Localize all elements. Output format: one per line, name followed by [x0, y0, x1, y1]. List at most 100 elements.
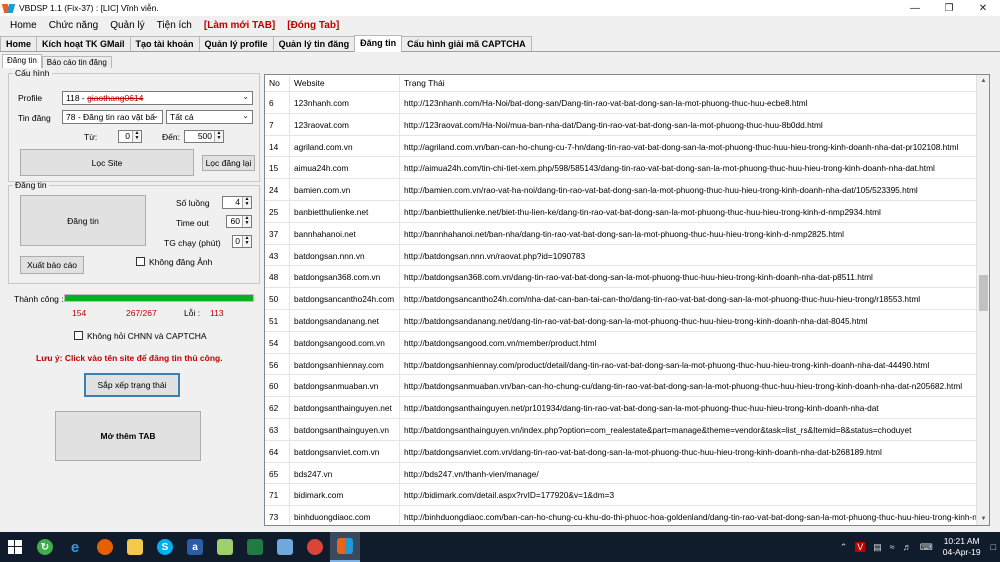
row-website-link[interactable]: aimua24h.com	[290, 157, 400, 179]
tray-wifi-icon[interactable]: ≈	[890, 542, 895, 552]
tab-quan-ly-tin-dang[interactable]: Quản lý tin đăng	[272, 36, 356, 51]
skype-icon[interactable]: S	[150, 532, 180, 562]
den-stepper[interactable]: 500 ▲ ▼	[184, 130, 224, 143]
file-explorer-icon[interactable]	[120, 532, 150, 562]
row-website-link[interactable]: 123raovat.com	[290, 113, 400, 135]
table-row[interactable]: 60 batdongsanmuaban.vn http://batdongsanmu…	[265, 375, 977, 398]
row-website-link[interactable]: batdongsanmuaban.vn	[290, 375, 400, 397]
table-row[interactable]: 54 batdongsangood.com.vn http://batdongsan…	[265, 331, 977, 354]
menu-dong-tab[interactable]: [Đóng Tab]	[281, 20, 345, 31]
table-row[interactable]: 50 batdongsancantho24h.com http://batdongs…	[265, 288, 977, 310]
tg-chay-stepper[interactable]: 0 ▲ ▼	[232, 235, 252, 248]
row-website-link[interactable]: batdongsangood.com.vn	[290, 331, 400, 353]
chrome-icon[interactable]	[300, 532, 330, 562]
image-viewer-icon[interactable]	[270, 532, 300, 562]
vbdsp-app-icon[interactable]	[330, 532, 360, 562]
table-row[interactable]: 73 binhduongdiaoc.com http://binhduongdiao…	[265, 506, 977, 525]
sap-xep-trang-thai-button[interactable]: Sắp xếp trạng thái	[84, 373, 180, 397]
menu-tien-ich[interactable]: Tiện ích	[151, 20, 198, 31]
table-row[interactable]: 15 aimua24h.com http://aimua24h.com/tin-ch…	[265, 157, 977, 180]
profile-select[interactable]: 118 - giaothang0614 ⌄	[62, 91, 253, 105]
scroll-up-icon[interactable]: ▲	[977, 75, 989, 87]
row-website-link[interactable]: batdongsanviet.com.vn	[290, 440, 400, 462]
table-row[interactable]: 48 batdongsan368.com.vn http://batdongsan3…	[265, 266, 977, 289]
subtab-bao-cao[interactable]: Báo cáo tin đăng	[41, 56, 112, 68]
spin-arrows-icon[interactable]: ▲ ▼	[132, 131, 141, 142]
row-website-link[interactable]: batdongsanthainguyen.net	[290, 397, 400, 418]
tab-home[interactable]: Home	[0, 36, 38, 51]
filter-select[interactable]: Tất cả ⌄	[166, 110, 253, 124]
row-website-link[interactable]: batdongsancantho24h.com	[290, 288, 400, 309]
tray-volume-icon[interactable]: ♬	[903, 542, 912, 552]
table-row[interactable]: 25 banbietthulienke.net http://banbietthul…	[265, 200, 977, 223]
tray-app-icon[interactable]: V	[855, 542, 866, 552]
table-row[interactable]: 37 bannhahanoi.net http://bannhahanoi.net/…	[265, 222, 977, 245]
spreadsheet-icon[interactable]	[240, 532, 270, 562]
loc-dang-lai-button[interactable]: Lọc đăng lại	[202, 155, 255, 171]
notifications-icon[interactable]: □	[991, 542, 996, 552]
table-row[interactable]: 43 batdongsan.nnn.vn http://batdongsan.nnn…	[265, 244, 977, 267]
windows-start-icon[interactable]	[0, 532, 30, 562]
subtab-dang-tin[interactable]: Đăng tin	[2, 54, 42, 68]
scrollbar-thumb[interactable]	[979, 275, 988, 311]
row-website-link[interactable]: banbietthulienke.net	[290, 200, 400, 222]
row-website-link[interactable]: batdongsandanang.net	[290, 309, 400, 331]
table-row[interactable]: 71 bidimark.com http://bidimark.com/detail…	[265, 484, 977, 507]
tray-network-icon[interactable]: ▤	[873, 542, 882, 553]
column-header-no[interactable]: No	[265, 75, 290, 92]
khong-dang-anh-checkbox[interactable]	[136, 257, 145, 266]
so-luong-stepper[interactable]: 4 ▲ ▼	[222, 196, 252, 209]
table-row[interactable]: 7 123raovat.com http://123raovat.com/Ha-No…	[265, 113, 977, 136]
text-editor-icon[interactable]: a	[180, 532, 210, 562]
tray-keyboard-icon[interactable]: ⌨	[920, 542, 933, 553]
spin-arrows-icon[interactable]: ▲ ▼	[242, 216, 251, 227]
column-header-trang-thai[interactable]: Trạng Thái	[400, 75, 977, 92]
row-website-link[interactable]: batdongsan368.com.vn	[290, 266, 400, 288]
teamviewer-icon[interactable]: ↻	[30, 532, 60, 562]
tab-tao-tai-khoan[interactable]: Tạo tài khoản	[129, 36, 200, 51]
menu-chuc-nang[interactable]: Chức năng	[43, 20, 105, 31]
row-website-link[interactable]: 123nhanh.com	[290, 92, 400, 113]
table-row[interactable]: 62 batdongsanthainguyen.net http://batdong…	[265, 397, 977, 419]
maximize-button[interactable]: ❐	[932, 0, 966, 16]
table-row[interactable]: 14 agriland.com.vn http://agriland.com.vn/…	[265, 135, 977, 158]
notepad-icon[interactable]	[210, 532, 240, 562]
row-website-link[interactable]: batdongsanthainguyen.vn	[290, 418, 400, 440]
tray-chevron-icon[interactable]: ⌃	[840, 542, 848, 553]
mo-them-tab-button[interactable]: Mở thêm TAB	[55, 411, 201, 461]
row-website-link[interactable]: bamien.com.vn	[290, 179, 400, 200]
menu-lam-moi-tab[interactable]: [Làm mới TAB]	[198, 20, 281, 31]
table-row[interactable]: 64 batdongsanviet.com.vn http://batdongsan…	[265, 440, 977, 463]
table-row[interactable]: 51 batdongsandanang.net http://batdongsand…	[265, 309, 977, 332]
row-website-link[interactable]: agriland.com.vn	[290, 135, 400, 157]
row-website-link[interactable]: bidimark.com	[290, 484, 400, 506]
tab-kich-hoat-gmail[interactable]: Kích hoạt TK GMail	[36, 36, 131, 51]
spin-arrows-icon[interactable]: ▲ ▼	[214, 131, 223, 142]
menu-quan-ly[interactable]: Quản lý	[104, 20, 150, 31]
table-row[interactable]: 56 batdongsanhiennay.com http://batdongsan…	[265, 353, 977, 376]
table-row[interactable]: 63 batdongsanthainguyen.vn http://batdongs…	[265, 418, 977, 441]
menu-home[interactable]: Home	[4, 20, 43, 31]
taskbar-clock[interactable]: 10:21 AM 04-Apr-19	[943, 536, 981, 558]
table-row[interactable]: 24 bamien.com.vn http://bamien.com.vn/rao-…	[265, 179, 977, 201]
tu-stepper[interactable]: 0 ▲ ▼	[118, 130, 142, 143]
table-scrollbar[interactable]: ▲ ▼	[976, 75, 989, 525]
row-website-link[interactable]: binhduongdiaoc.com	[290, 506, 400, 525]
tin-dang-select[interactable]: 78 - Đăng tin rao vặt bấ ⌄	[62, 110, 163, 124]
table-row[interactable]: 65 bds247.vn http://bds247.vn/thanh-vien/m…	[265, 462, 977, 485]
xuat-bao-cao-button[interactable]: Xuất báo cáo	[20, 256, 84, 274]
edge-icon[interactable]: e	[60, 532, 90, 562]
loc-site-button[interactable]: Lọc Site	[20, 149, 194, 176]
row-website-link[interactable]: bannhahanoi.net	[290, 222, 400, 244]
close-button[interactable]: ✕	[966, 0, 1000, 16]
row-website-link[interactable]: bds247.vn	[290, 462, 400, 484]
scroll-down-icon[interactable]: ▼	[977, 513, 989, 525]
row-website-link[interactable]: batdongsan.nnn.vn	[290, 244, 400, 266]
tab-quan-ly-profile[interactable]: Quản lý profile	[198, 36, 274, 51]
table-row[interactable]: 6 123nhanh.com http://123nhanh.com/Ha-Noi/…	[265, 92, 977, 114]
khong-hoi-captcha-checkbox[interactable]	[74, 331, 83, 340]
minimize-button[interactable]: —	[898, 0, 932, 16]
tab-cau-hinh-captcha[interactable]: Cấu hình giải mã CAPTCHA	[401, 36, 532, 51]
row-website-link[interactable]: batdongsanhiennay.com	[290, 353, 400, 375]
spin-arrows-icon[interactable]: ▲ ▼	[242, 236, 251, 247]
